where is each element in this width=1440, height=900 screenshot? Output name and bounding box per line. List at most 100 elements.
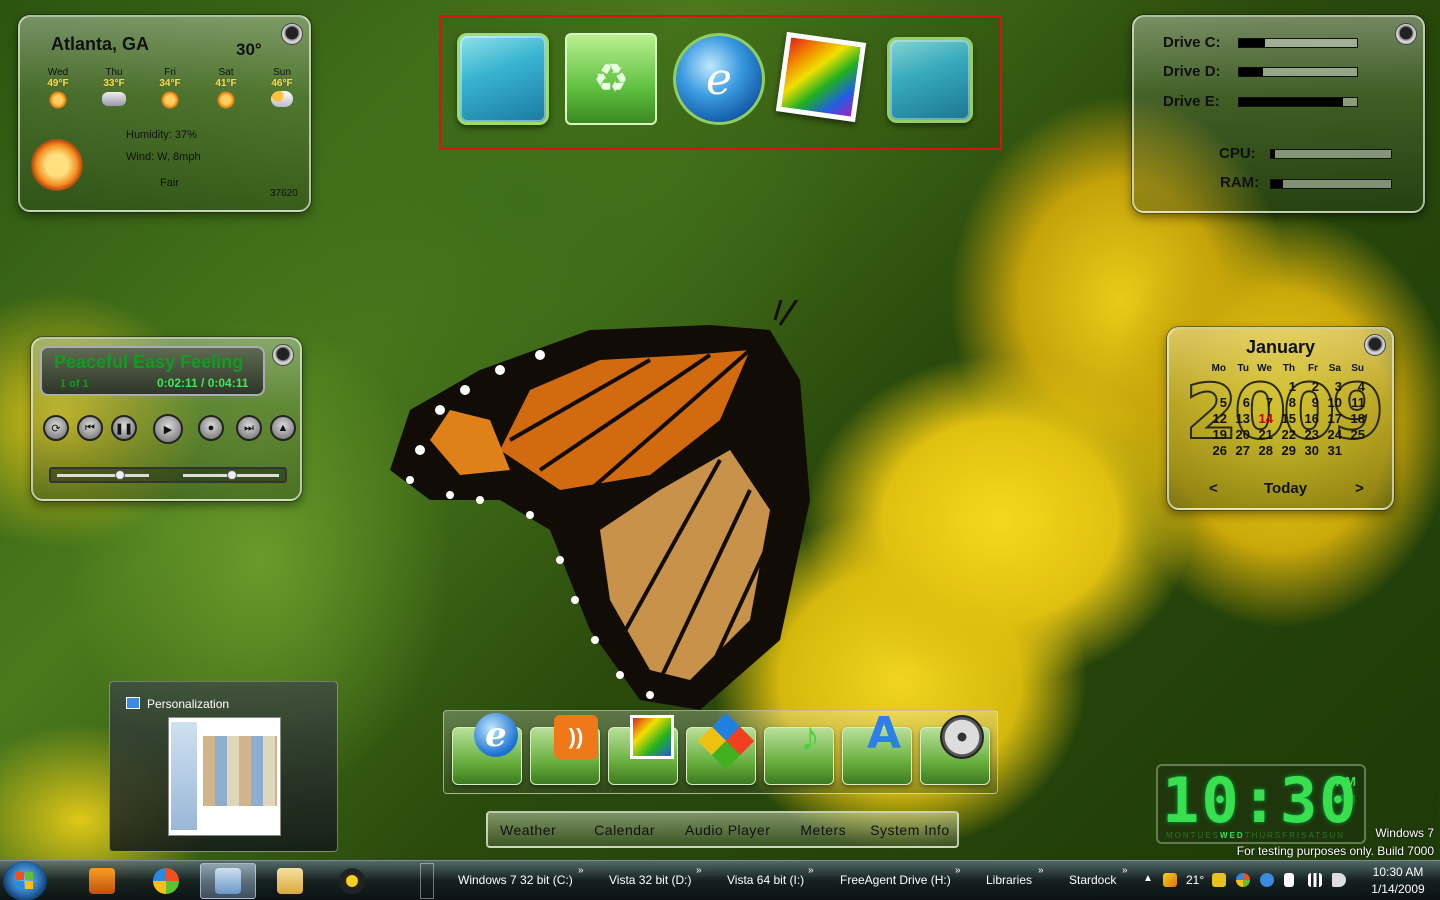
photo-gallery-icon[interactable] (630, 715, 674, 759)
stop-button[interactable]: ● (198, 415, 224, 441)
calendar-day[interactable] (1250, 379, 1273, 395)
pause-button[interactable]: ❚❚ (111, 415, 137, 441)
photo-gallery-icon[interactable] (775, 31, 867, 123)
toolbar-drive-i[interactable]: Vista 64 bit (I:) (727, 873, 804, 887)
calendar-day[interactable]: 25 (1342, 427, 1365, 443)
action-center-flag-icon[interactable] (1284, 873, 1294, 887)
tab-calendar[interactable]: Calendar (568, 822, 667, 838)
next-button[interactable]: ⏭ (236, 415, 262, 441)
repeat-button[interactable]: ⟳ (43, 415, 69, 441)
calendar-day[interactable] (1342, 443, 1365, 459)
calendar-day[interactable]: 16 (1296, 411, 1319, 427)
toolbar-stardock[interactable]: Stardock (1069, 873, 1116, 887)
calendar-day[interactable]: 1 (1273, 379, 1296, 395)
volume-slider-handle[interactable] (227, 470, 237, 480)
network-icon[interactable] (887, 37, 973, 123)
chevron-icon[interactable]: » (808, 865, 814, 876)
gadget-close-button[interactable] (1395, 23, 1417, 45)
calendar-day[interactable]: 13 (1227, 411, 1250, 427)
play-button[interactable]: ▶ (153, 414, 183, 444)
taskbar-stardock[interactable] (324, 863, 380, 899)
computer-icon[interactable] (457, 33, 549, 125)
calendar-day[interactable]: 27 (1227, 443, 1250, 459)
chevron-icon[interactable]: » (955, 865, 961, 876)
windows-live-icon[interactable] (1236, 873, 1250, 887)
personalization-thumbnail[interactable]: Personalization (109, 681, 338, 852)
thumbnail-preview[interactable] (168, 717, 281, 836)
chevron-icon[interactable]: » (1038, 865, 1044, 876)
calendar-day[interactable]: 11 (1342, 395, 1365, 411)
seek-slider[interactable] (57, 474, 149, 477)
calendar-day[interactable]: 21 (1250, 427, 1273, 443)
eject-button[interactable]: ▲ (270, 415, 296, 441)
calendar-day[interactable]: 6 (1227, 395, 1250, 411)
seek-slider-handle[interactable] (115, 470, 125, 480)
calendar-day[interactable]: 5 (1204, 395, 1227, 411)
previous-button[interactable]: ⏮ (77, 415, 103, 441)
calendar-day[interactable]: 9 (1296, 395, 1319, 411)
calendar-day[interactable]: 17 (1319, 411, 1342, 427)
calendar-day[interactable] (1227, 379, 1250, 395)
rss-feed-icon[interactable]: )) (554, 715, 598, 759)
toolbar-libraries[interactable]: Libraries (986, 873, 1032, 887)
calendar-next-button[interactable]: > (1355, 480, 1364, 497)
calendar-day[interactable]: 31 (1319, 443, 1342, 459)
meter-fill (1271, 150, 1275, 158)
calendar-day[interactable]: 8 (1273, 395, 1296, 411)
taskbar-scroll[interactable] (420, 863, 434, 899)
calendar-day[interactable]: 29 (1273, 443, 1296, 459)
gadget-close-button[interactable] (272, 344, 294, 366)
volume-icon[interactable] (1332, 873, 1346, 887)
calendar-week-row: 1234 (1204, 379, 1388, 395)
taskbar-explorer[interactable] (262, 863, 318, 899)
calendar-prev-button[interactable]: < (1209, 480, 1218, 497)
show-hidden-icons-button[interactable]: ▲ (1143, 873, 1153, 884)
calendar-day[interactable]: 30 (1296, 443, 1319, 459)
calendar-day[interactable]: 26 (1204, 443, 1227, 459)
calendar-day[interactable] (1204, 379, 1227, 395)
taskbar-media-player[interactable] (74, 863, 130, 899)
calendar-day[interactable]: 12 (1204, 411, 1227, 427)
network-tray-icon[interactable] (1260, 873, 1274, 887)
calendar-day[interactable]: 23 (1296, 427, 1319, 443)
recycle-bin-icon[interactable]: ♻ (565, 33, 657, 125)
tab-weather[interactable]: Weather (488, 822, 568, 838)
calendar-day[interactable]: 20 (1227, 427, 1250, 443)
weather-tray-icon[interactable] (1163, 873, 1177, 887)
tab-system-info[interactable]: System Info (858, 822, 961, 838)
calendar-day[interactable]: 22 (1273, 427, 1296, 443)
toolbar-drive-d[interactable]: Vista 32 bit (D:) (609, 873, 691, 887)
calendar-day[interactable]: 19 (1204, 427, 1227, 443)
internet-explorer-icon[interactable]: e (673, 33, 765, 125)
film-reel-icon[interactable] (940, 715, 984, 759)
calendar-day[interactable]: 10 (1319, 395, 1342, 411)
font-icon[interactable]: A (862, 708, 906, 759)
calendar-day[interactable]: 24 (1319, 427, 1342, 443)
chevron-icon[interactable]: » (1122, 865, 1128, 876)
calendar-day[interactable]: 7 (1250, 395, 1273, 411)
calendar-day[interactable]: 28 (1250, 443, 1273, 459)
internet-explorer-icon[interactable]: e (474, 713, 518, 757)
tab-meters[interactable]: Meters (782, 822, 858, 838)
calendar-day[interactable]: 3 (1319, 379, 1342, 395)
calendar-today-button[interactable]: Today (1264, 480, 1307, 497)
gadget-close-button[interactable] (281, 23, 303, 45)
calendar-day[interactable]: 18 (1342, 411, 1365, 427)
toolbar-drive-h[interactable]: FreeAgent Drive (H:) (840, 873, 951, 887)
calendar-day[interactable]: 15 (1273, 411, 1296, 427)
taskbar-windows-media[interactable] (138, 863, 194, 899)
tray-app-icon[interactable] (1212, 873, 1226, 887)
music-icon[interactable]: ♪ (788, 715, 832, 759)
chevron-icon[interactable]: » (578, 865, 584, 876)
signal-strength-icon[interactable] (1308, 873, 1322, 887)
calendar-weekday: We (1257, 363, 1272, 374)
taskbar-personalization[interactable] (200, 863, 256, 899)
calendar-day[interactable]: 14 (1250, 411, 1273, 427)
calendar-day[interactable]: 4 (1342, 379, 1365, 395)
tab-audio-player[interactable]: Audio Player (667, 822, 782, 838)
toolbar-drive-c[interactable]: Windows 7 32 bit (C:) (458, 873, 573, 887)
taskbar-clock[interactable]: 10:30 AM 1/14/2009 (1358, 864, 1438, 898)
start-button[interactable] (3, 861, 47, 900)
calendar-day[interactable]: 2 (1296, 379, 1319, 395)
chevron-icon[interactable]: » (696, 865, 702, 876)
